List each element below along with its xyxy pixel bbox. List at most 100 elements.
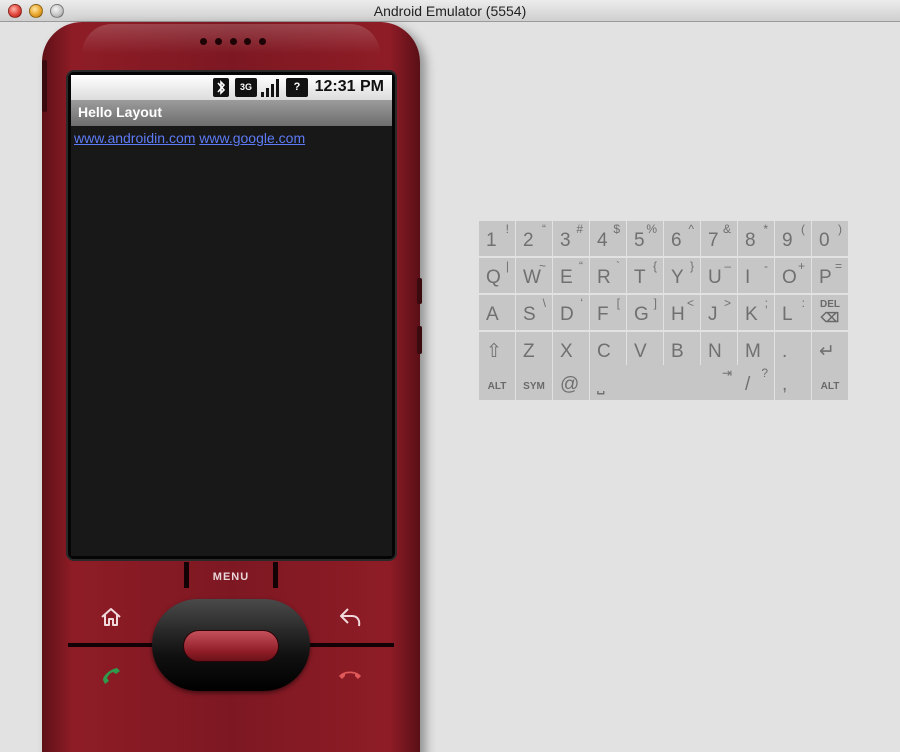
key-r3c9[interactable]: ↵ [812, 332, 848, 367]
key-alt-label: # [576, 222, 583, 236]
key-label: V [634, 341, 647, 362]
key-r4c4[interactable]: /? [738, 365, 774, 400]
key-y[interactable]: Y} [664, 258, 700, 293]
menu-button[interactable]: MENU [170, 571, 292, 583]
key-a[interactable]: A [479, 295, 515, 330]
key-label: S [523, 304, 536, 325]
key-alt-label: ‘ [580, 296, 583, 310]
key-label: K [745, 304, 758, 325]
key-r4c2[interactable]: @ [553, 365, 589, 400]
key-u[interactable]: U – [701, 258, 737, 293]
window-title: Android Emulator (5554) [373, 3, 527, 19]
back-icon[interactable] [336, 603, 364, 631]
key-f[interactable]: F[ [590, 295, 626, 330]
key-s[interactable]: S \ [516, 295, 552, 330]
key-alt-label: - [764, 259, 768, 273]
key-0[interactable]: 0) [812, 221, 848, 256]
status-time: 12:31 PM [314, 78, 384, 95]
key-r[interactable]: R ` [590, 258, 626, 293]
key-label: A [486, 304, 499, 325]
key-label: 7 [708, 230, 719, 251]
groove-right [306, 643, 394, 647]
end-call-icon[interactable] [336, 662, 364, 690]
key-3[interactable]: 3 # [553, 221, 589, 256]
key-7[interactable]: 7 & [701, 221, 737, 256]
key-label: ⇧ [486, 341, 502, 362]
key-5[interactable]: 5% [627, 221, 663, 256]
key-alt-label: \ [542, 296, 546, 310]
key-label: 0 [819, 230, 830, 251]
side-button-lower[interactable] [417, 326, 422, 354]
key-v[interactable]: V [627, 332, 663, 367]
key-alt-label: “ [542, 222, 546, 236]
home-icon[interactable] [97, 603, 125, 631]
key-alt-label: ` [616, 259, 620, 273]
key-r4c5[interactable]: , [775, 365, 811, 400]
key-h[interactable]: H < [664, 295, 700, 330]
key-e[interactable]: E “ [553, 258, 589, 293]
key-alt-label: ~ [538, 259, 546, 273]
key-alt-label: ⇥ [721, 366, 732, 380]
key-w[interactable]: W ~ [516, 258, 552, 293]
key-label: J [708, 304, 718, 325]
key-n[interactable]: N [701, 332, 737, 367]
key-label: Q [486, 267, 501, 288]
battery-unknown-icon: ? [286, 78, 308, 97]
app-title: Hello Layout [78, 104, 163, 120]
bluetooth-icon [213, 78, 229, 97]
key-z[interactable]: Z [516, 332, 552, 367]
key-p[interactable]: P = [812, 258, 848, 293]
key-label: 9 [782, 230, 793, 251]
window-title-bar: Android Emulator (5554) [0, 0, 900, 22]
key-b[interactable]: B [664, 332, 700, 367]
key-alt-label: [ [616, 296, 620, 310]
key-2[interactable]: 2 “ [516, 221, 552, 256]
key-8[interactable]: 8 * [738, 221, 774, 256]
key-d[interactable]: D ‘ [553, 295, 589, 330]
key-label: 1 [486, 230, 497, 251]
key-r4c6[interactable]: ALT [812, 365, 848, 400]
key-alt-label: ; [764, 296, 768, 310]
key-m[interactable]: M [738, 332, 774, 367]
key-label: Y [671, 267, 684, 288]
key-alt-label: ? [761, 366, 768, 380]
key-j[interactable]: J > [701, 295, 737, 330]
key-alt-label: ( [801, 222, 805, 236]
key-label: 2 [523, 230, 534, 251]
key-l[interactable]: L: [775, 295, 811, 330]
volume-side-button[interactable] [42, 60, 47, 112]
key-r4c1[interactable]: SYM [516, 365, 552, 400]
key-r4c3[interactable]: ⎵ ⇥ [590, 365, 738, 400]
key-c[interactable]: C [590, 332, 626, 367]
key-i[interactable]: I- [738, 258, 774, 293]
key-1[interactable]: 1! [479, 221, 515, 256]
key-r3c0[interactable]: ⇧ [479, 332, 515, 367]
key-r4c0[interactable]: ALT [479, 365, 515, 400]
key-r2c9[interactable]: DEL ⌫ [812, 295, 848, 330]
key-q[interactable]: Q | [479, 258, 515, 293]
link-androidin[interactable]: www.androidin.com [74, 130, 195, 146]
key-label: R [597, 267, 611, 288]
link-google[interactable]: www.google.com [199, 130, 305, 146]
key-t[interactable]: T{ [627, 258, 663, 293]
key-k[interactable]: K; [738, 295, 774, 330]
key-alt-label: – [724, 259, 731, 273]
groove-left [68, 643, 156, 647]
key-alt-label: % [646, 222, 657, 236]
key-label: , [782, 374, 788, 395]
call-icon[interactable] [97, 660, 125, 688]
key-label: ALT [820, 381, 840, 392]
status-bar: 3G ? 12:31 PM [71, 75, 392, 100]
device-screen[interactable]: 3G ? 12:31 PM Hello Layout www.androidin… [71, 75, 392, 556]
key-9[interactable]: 9( [775, 221, 811, 256]
key-label: H [671, 304, 685, 325]
key-g[interactable]: G] [627, 295, 663, 330]
key-r3c8[interactable]: . [775, 332, 811, 367]
key-alt-label: > [723, 296, 731, 310]
key-4[interactable]: 4 $ [590, 221, 626, 256]
key-x[interactable]: X [553, 332, 589, 367]
key-o[interactable]: O + [775, 258, 811, 293]
trackball-button[interactable] [183, 630, 279, 662]
side-button-upper[interactable] [417, 278, 422, 304]
key-6[interactable]: 6 ^ [664, 221, 700, 256]
